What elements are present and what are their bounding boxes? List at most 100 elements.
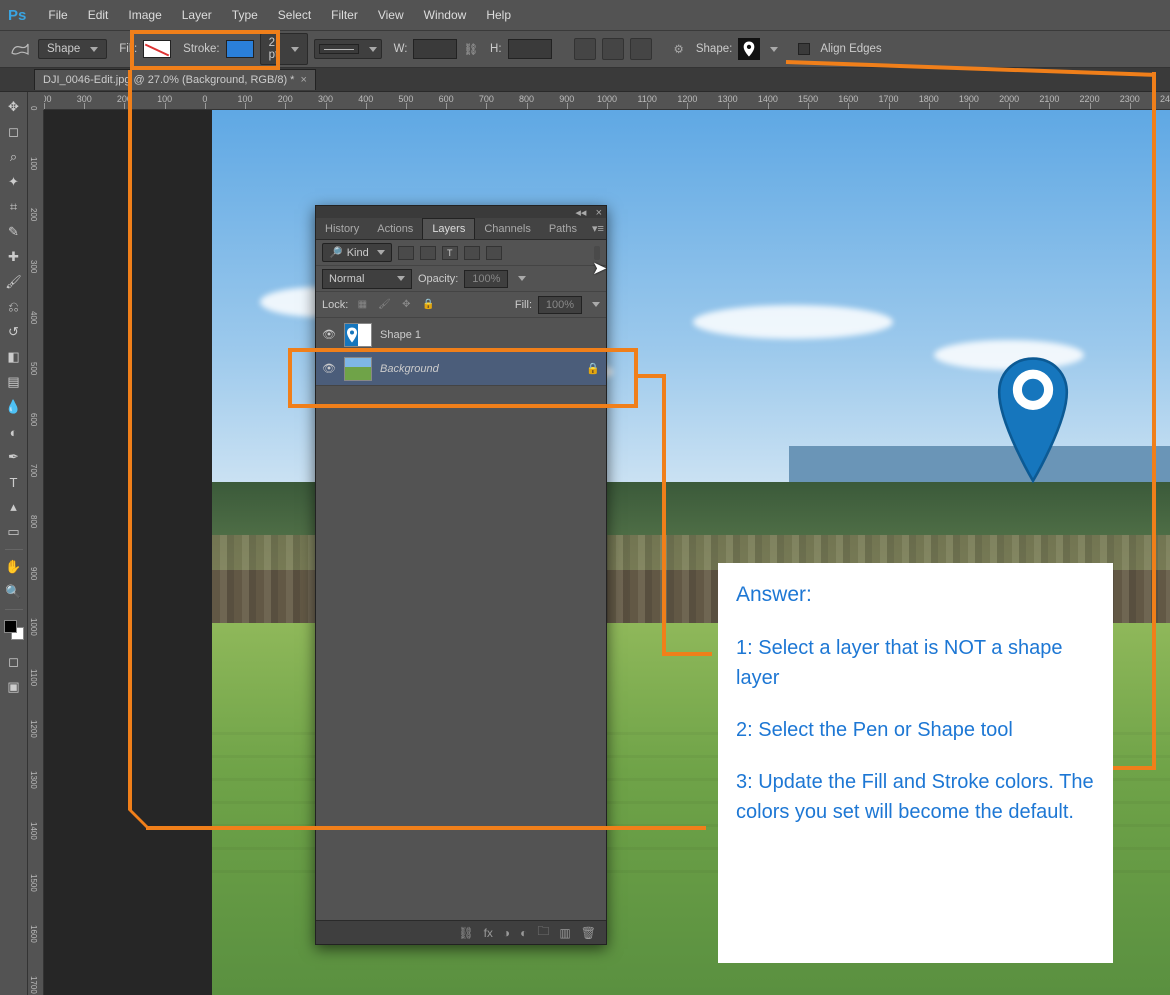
- filter-kind-select[interactable]: 🔎 Kind: [322, 243, 392, 262]
- answer-annotation-box: Answer: 1: Select a layer that is NOT a …: [718, 563, 1113, 963]
- fill-field[interactable]: 100%: [538, 296, 582, 314]
- height-label: H:: [490, 43, 502, 55]
- gear-icon[interactable]: ⚙: [674, 42, 684, 56]
- chevron-down-icon: [90, 47, 98, 52]
- document-tab-title: DJI_0046-Edit.jpg @ 27.0% (Background, R…: [43, 74, 294, 86]
- pen-tool-icon[interactable]: ✒: [3, 446, 25, 468]
- filter-smart-icon[interactable]: [486, 246, 502, 260]
- visibility-icon[interactable]: 👁: [322, 328, 336, 341]
- document-tab-bar: DJI_0046-Edit.jpg @ 27.0% (Background, R…: [0, 68, 1170, 92]
- menu-image[interactable]: Image: [118, 2, 171, 28]
- eyedropper-tool-icon[interactable]: ✎: [3, 221, 25, 243]
- layer-thumbnail[interactable]: [344, 357, 372, 381]
- stamp-tool-icon[interactable]: ⎌: [3, 296, 25, 318]
- crop-tool-icon[interactable]: ⌗: [3, 196, 25, 218]
- answer-step-2: 2: Select the Pen or Shape tool: [736, 715, 1095, 745]
- chevron-down-icon[interactable]: [770, 47, 778, 52]
- width-field[interactable]: [413, 39, 457, 59]
- filter-type-icon[interactable]: T: [442, 246, 458, 260]
- path-select-tool-icon[interactable]: ▴: [3, 496, 25, 518]
- path-arrange-icon[interactable]: [602, 38, 624, 60]
- trash-icon[interactable]: 🗑: [581, 926, 596, 940]
- filter-adjust-icon[interactable]: [420, 246, 436, 260]
- lock-fill-row: Lock: ▦ 🖌 ✥ 🔒 Fill: 100%: [316, 292, 606, 318]
- menu-type[interactable]: Type: [222, 2, 268, 28]
- chevron-down-icon[interactable]: [518, 276, 526, 281]
- type-tool-icon[interactable]: T: [3, 471, 25, 493]
- layer-row-shape1[interactable]: 👁 Shape 1: [316, 318, 606, 352]
- filter-toggle-icon[interactable]: [594, 246, 600, 260]
- history-brush-tool-icon[interactable]: ↺: [3, 321, 25, 343]
- menu-select[interactable]: Select: [268, 2, 321, 28]
- menu-help[interactable]: Help: [476, 2, 521, 28]
- screenmode-icon[interactable]: ▣: [3, 676, 25, 698]
- blend-mode-select[interactable]: Normal: [322, 269, 412, 289]
- tab-paths[interactable]: Paths: [540, 219, 586, 239]
- custom-shape-preview[interactable]: [738, 38, 760, 60]
- tool-mode-select[interactable]: Shape: [38, 39, 107, 59]
- fill-swatch[interactable]: [143, 40, 171, 58]
- adjustment-icon[interactable]: ◐: [520, 926, 527, 940]
- panel-titlebar[interactable]: ◂◂ ×: [316, 206, 606, 218]
- custom-shape-tool-icon: [8, 42, 32, 56]
- move-tool-icon[interactable]: ✥: [3, 96, 25, 118]
- layer-row-background[interactable]: 👁 Background 🔒: [316, 352, 606, 386]
- path-align-icon[interactable]: [574, 38, 596, 60]
- panel-menu-icon[interactable]: ▾≡: [586, 218, 610, 239]
- stroke-label: Stroke:: [183, 43, 219, 55]
- foreground-background-colors[interactable]: [4, 620, 24, 640]
- menu-filter[interactable]: Filter: [321, 2, 368, 28]
- tab-history[interactable]: History: [316, 219, 368, 239]
- dodge-tool-icon[interactable]: ◐: [3, 421, 25, 443]
- zoom-tool-icon[interactable]: 🔍: [3, 581, 25, 603]
- shape-tool-icon[interactable]: ▭: [3, 521, 25, 543]
- link-wh-icon[interactable]: ⛓: [463, 42, 478, 56]
- lasso-tool-icon[interactable]: ⌕: [3, 146, 25, 168]
- tab-channels[interactable]: Channels: [475, 219, 539, 239]
- layer-thumbnail[interactable]: [344, 323, 372, 347]
- lock-position-icon[interactable]: ✥: [398, 298, 414, 312]
- chevron-down-icon[interactable]: [592, 302, 600, 307]
- menu-layer[interactable]: Layer: [172, 2, 222, 28]
- close-icon[interactable]: ×: [300, 74, 306, 86]
- path-options-icon[interactable]: [630, 38, 652, 60]
- hand-tool-icon[interactable]: ✋: [3, 556, 25, 578]
- layer-name[interactable]: Shape 1: [380, 329, 421, 341]
- lock-label: Lock:: [322, 299, 348, 311]
- menu-view[interactable]: View: [368, 2, 414, 28]
- quickmask-icon[interactable]: ◻: [3, 651, 25, 673]
- group-icon[interactable]: 🗀: [537, 922, 549, 943]
- mask-icon[interactable]: ◑: [503, 926, 510, 940]
- link-layers-icon[interactable]: ⛓: [458, 926, 473, 940]
- menu-edit[interactable]: Edit: [78, 2, 119, 28]
- marquee-tool-icon[interactable]: ◻: [3, 121, 25, 143]
- layer-name[interactable]: Background: [380, 363, 439, 375]
- document-tab[interactable]: DJI_0046-Edit.jpg @ 27.0% (Background, R…: [34, 69, 316, 90]
- fx-icon[interactable]: fx: [484, 926, 493, 940]
- stroke-type-select[interactable]: [314, 39, 382, 59]
- stroke-width-field[interactable]: 2 pt: [260, 33, 308, 65]
- lock-transparency-icon[interactable]: ▦: [354, 298, 370, 312]
- menu-window[interactable]: Window: [414, 2, 477, 28]
- pin-shape-on-canvas[interactable]: [994, 356, 1072, 491]
- eraser-tool-icon[interactable]: ◧: [3, 346, 25, 368]
- wand-tool-icon[interactable]: ✦: [3, 171, 25, 193]
- height-field[interactable]: [508, 39, 552, 59]
- filter-shape-icon[interactable]: [464, 246, 480, 260]
- stroke-swatch[interactable]: [226, 40, 254, 58]
- brush-tool-icon[interactable]: 🖌: [3, 271, 25, 293]
- new-layer-icon[interactable]: ▥: [559, 926, 570, 940]
- heal-tool-icon[interactable]: ✚: [3, 246, 25, 268]
- gradient-tool-icon[interactable]: ▤: [3, 371, 25, 393]
- menu-file[interactable]: File: [38, 2, 77, 28]
- lock-pixels-icon[interactable]: 🖌: [376, 298, 392, 312]
- align-edges-checkbox[interactable]: [798, 43, 810, 55]
- visibility-icon[interactable]: 👁: [322, 362, 336, 375]
- opacity-field[interactable]: 100%: [464, 270, 508, 288]
- filter-pixel-icon[interactable]: [398, 246, 414, 260]
- tab-actions[interactable]: Actions: [368, 219, 422, 239]
- blur-tool-icon[interactable]: 💧: [3, 396, 25, 418]
- lock-all-icon[interactable]: 🔒: [420, 298, 436, 312]
- layers-panel[interactable]: ◂◂ × History Actions Layers Channels Pat…: [315, 205, 607, 945]
- tab-layers[interactable]: Layers: [422, 218, 475, 239]
